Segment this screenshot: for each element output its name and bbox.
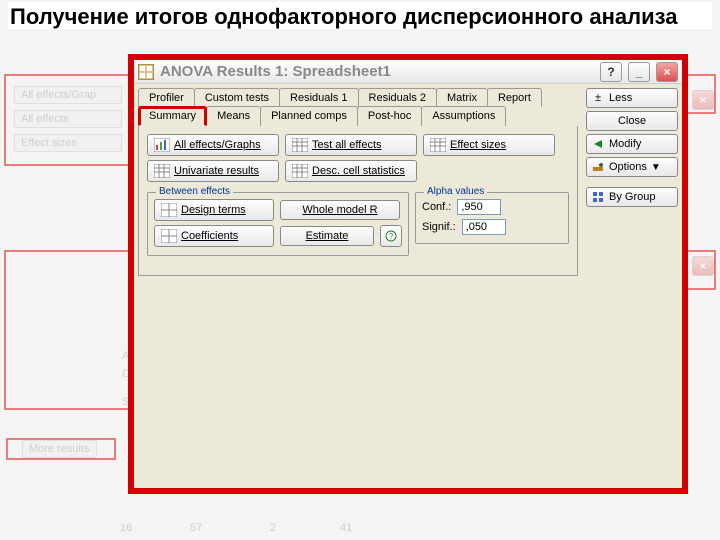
svg-text:?: ? (389, 232, 394, 241)
options-button[interactable]: Options ▼ (586, 157, 678, 177)
bygroup-label: By Group (609, 191, 655, 203)
conf-label: Conf.: (422, 201, 451, 213)
modify-label: Modify (609, 138, 641, 150)
between-effects-group: Between effects Design terms Whole mode (147, 192, 409, 256)
ghost-close-icon: × (692, 90, 714, 110)
anova-results-dialog: ANOVA Results 1: Spreadsheet1 ? _ × ± Le… (128, 54, 688, 494)
between-effects-title: Between effects (156, 186, 233, 197)
side-close-button[interactable]: Close (586, 111, 678, 131)
tab-profiler[interactable]: Profiler (138, 88, 195, 107)
desc-cell-stats-label: Desc. cell statistics (312, 165, 405, 177)
signif-label: Signif.: (422, 221, 456, 233)
sheet-icon-5 (161, 202, 177, 218)
titlebar: ANOVA Results 1: Spreadsheet1 ? _ × (134, 60, 682, 84)
estimate-help-button[interactable]: ? (380, 225, 402, 247)
tab-means[interactable]: Means (206, 106, 261, 126)
ghost-num-2: 2 (270, 522, 276, 534)
tab-row-2: Summary Means Planned comps Post-hoc Ass… (138, 106, 578, 126)
univariate-results-label: Univariate results (174, 165, 259, 177)
tab-report[interactable]: Report (487, 88, 542, 107)
tab-planned-comps[interactable]: Planned comps (260, 106, 358, 126)
tab-residuals-2[interactable]: Residuals 2 (358, 88, 437, 107)
whole-model-label: Whole model R (302, 204, 377, 216)
group-icon (591, 190, 605, 204)
side-column: ± Less Close Modify Options ▼ (586, 88, 678, 207)
sheet-icon-6 (161, 228, 177, 244)
alpha-values-group: Alpha values Conf.: Signif.: (415, 192, 569, 244)
options-label: Options (609, 161, 647, 173)
ghost-close-icon-2: × (692, 256, 714, 276)
question-icon: ? (385, 228, 397, 244)
coefficients-label: Coefficients (181, 230, 238, 242)
all-effects-graphs-button[interactable]: All effects/Graphs (147, 134, 279, 156)
summary-panel: All effects/Graphs Test all effects Effe… (138, 126, 578, 276)
minimize-button[interactable]: _ (628, 62, 650, 82)
test-all-effects-label: Test all effects (312, 139, 382, 151)
coefficients-button[interactable]: Coefficients (154, 225, 274, 247)
ghost-num-16: 16 (120, 522, 132, 534)
ghost-num-41: 41 (340, 522, 352, 534)
ghost-num-57: 57 (190, 522, 202, 534)
effect-sizes-label: Effect sizes (450, 139, 506, 151)
design-terms-label: Design terms (181, 204, 246, 216)
signif-input[interactable] (462, 219, 506, 235)
sheet-icon-4 (292, 163, 308, 179)
tab-post-hoc[interactable]: Post-hoc (357, 106, 422, 126)
less-button[interactable]: ± Less (586, 88, 678, 108)
tab-row-1: Profiler Custom tests Residuals 1 Residu… (138, 88, 578, 107)
expand-icon: ± (591, 91, 605, 105)
help-button[interactable]: ? (600, 62, 622, 82)
modify-button[interactable]: Modify (586, 134, 678, 154)
ghost-all-effects: All effects (14, 110, 122, 128)
sheet-icon-3 (154, 163, 170, 179)
alpha-values-title: Alpha values (424, 186, 487, 197)
dialog-title: ANOVA Results 1: Spreadsheet1 (160, 63, 594, 80)
whole-model-button[interactable]: Whole model R (280, 200, 400, 220)
conf-input[interactable] (457, 199, 501, 215)
sheet-chart-icon (154, 137, 170, 153)
tab-assumptions[interactable]: Assumptions (421, 106, 506, 126)
univariate-results-button[interactable]: Univariate results (147, 160, 279, 182)
close-label: Close (618, 115, 646, 127)
app-icon (138, 64, 154, 80)
test-all-effects-button[interactable]: Test all effects (285, 134, 417, 156)
close-button[interactable]: × (656, 62, 678, 82)
design-terms-button[interactable]: Design terms (154, 199, 274, 221)
dialog-body: ± Less Close Modify Options ▼ (134, 84, 682, 488)
ghost-effect-sizes: Effect sizes (14, 134, 122, 152)
all-effects-graphs-label: All effects/Graphs (174, 139, 261, 151)
tool-icon (591, 160, 605, 174)
sheet-icon (292, 137, 308, 153)
tab-matrix[interactable]: Matrix (436, 88, 488, 107)
sheet-icon-2 (430, 137, 446, 153)
tab-residuals-1[interactable]: Residuals 1 (279, 88, 358, 107)
arrow-left-icon (591, 137, 605, 151)
slide-title: Получение итогов однофакторного дисперси… (8, 2, 712, 29)
estimate-button[interactable]: Estimate (280, 226, 374, 246)
ghost-all-effects-graphs: All effects/Grap (14, 86, 122, 104)
tab-summary[interactable]: Summary (138, 106, 207, 126)
desc-cell-stats-button[interactable]: Desc. cell statistics (285, 160, 417, 182)
effect-sizes-button[interactable]: Effect sizes (423, 134, 555, 156)
estimate-label: Estimate (306, 230, 349, 242)
ghost-more-results: More results (22, 440, 97, 458)
tab-custom-tests[interactable]: Custom tests (194, 88, 280, 107)
bygroup-button[interactable]: By Group (586, 187, 678, 207)
less-label: Less (609, 92, 632, 104)
dropdown-arrow-icon: ▼ (651, 162, 661, 173)
